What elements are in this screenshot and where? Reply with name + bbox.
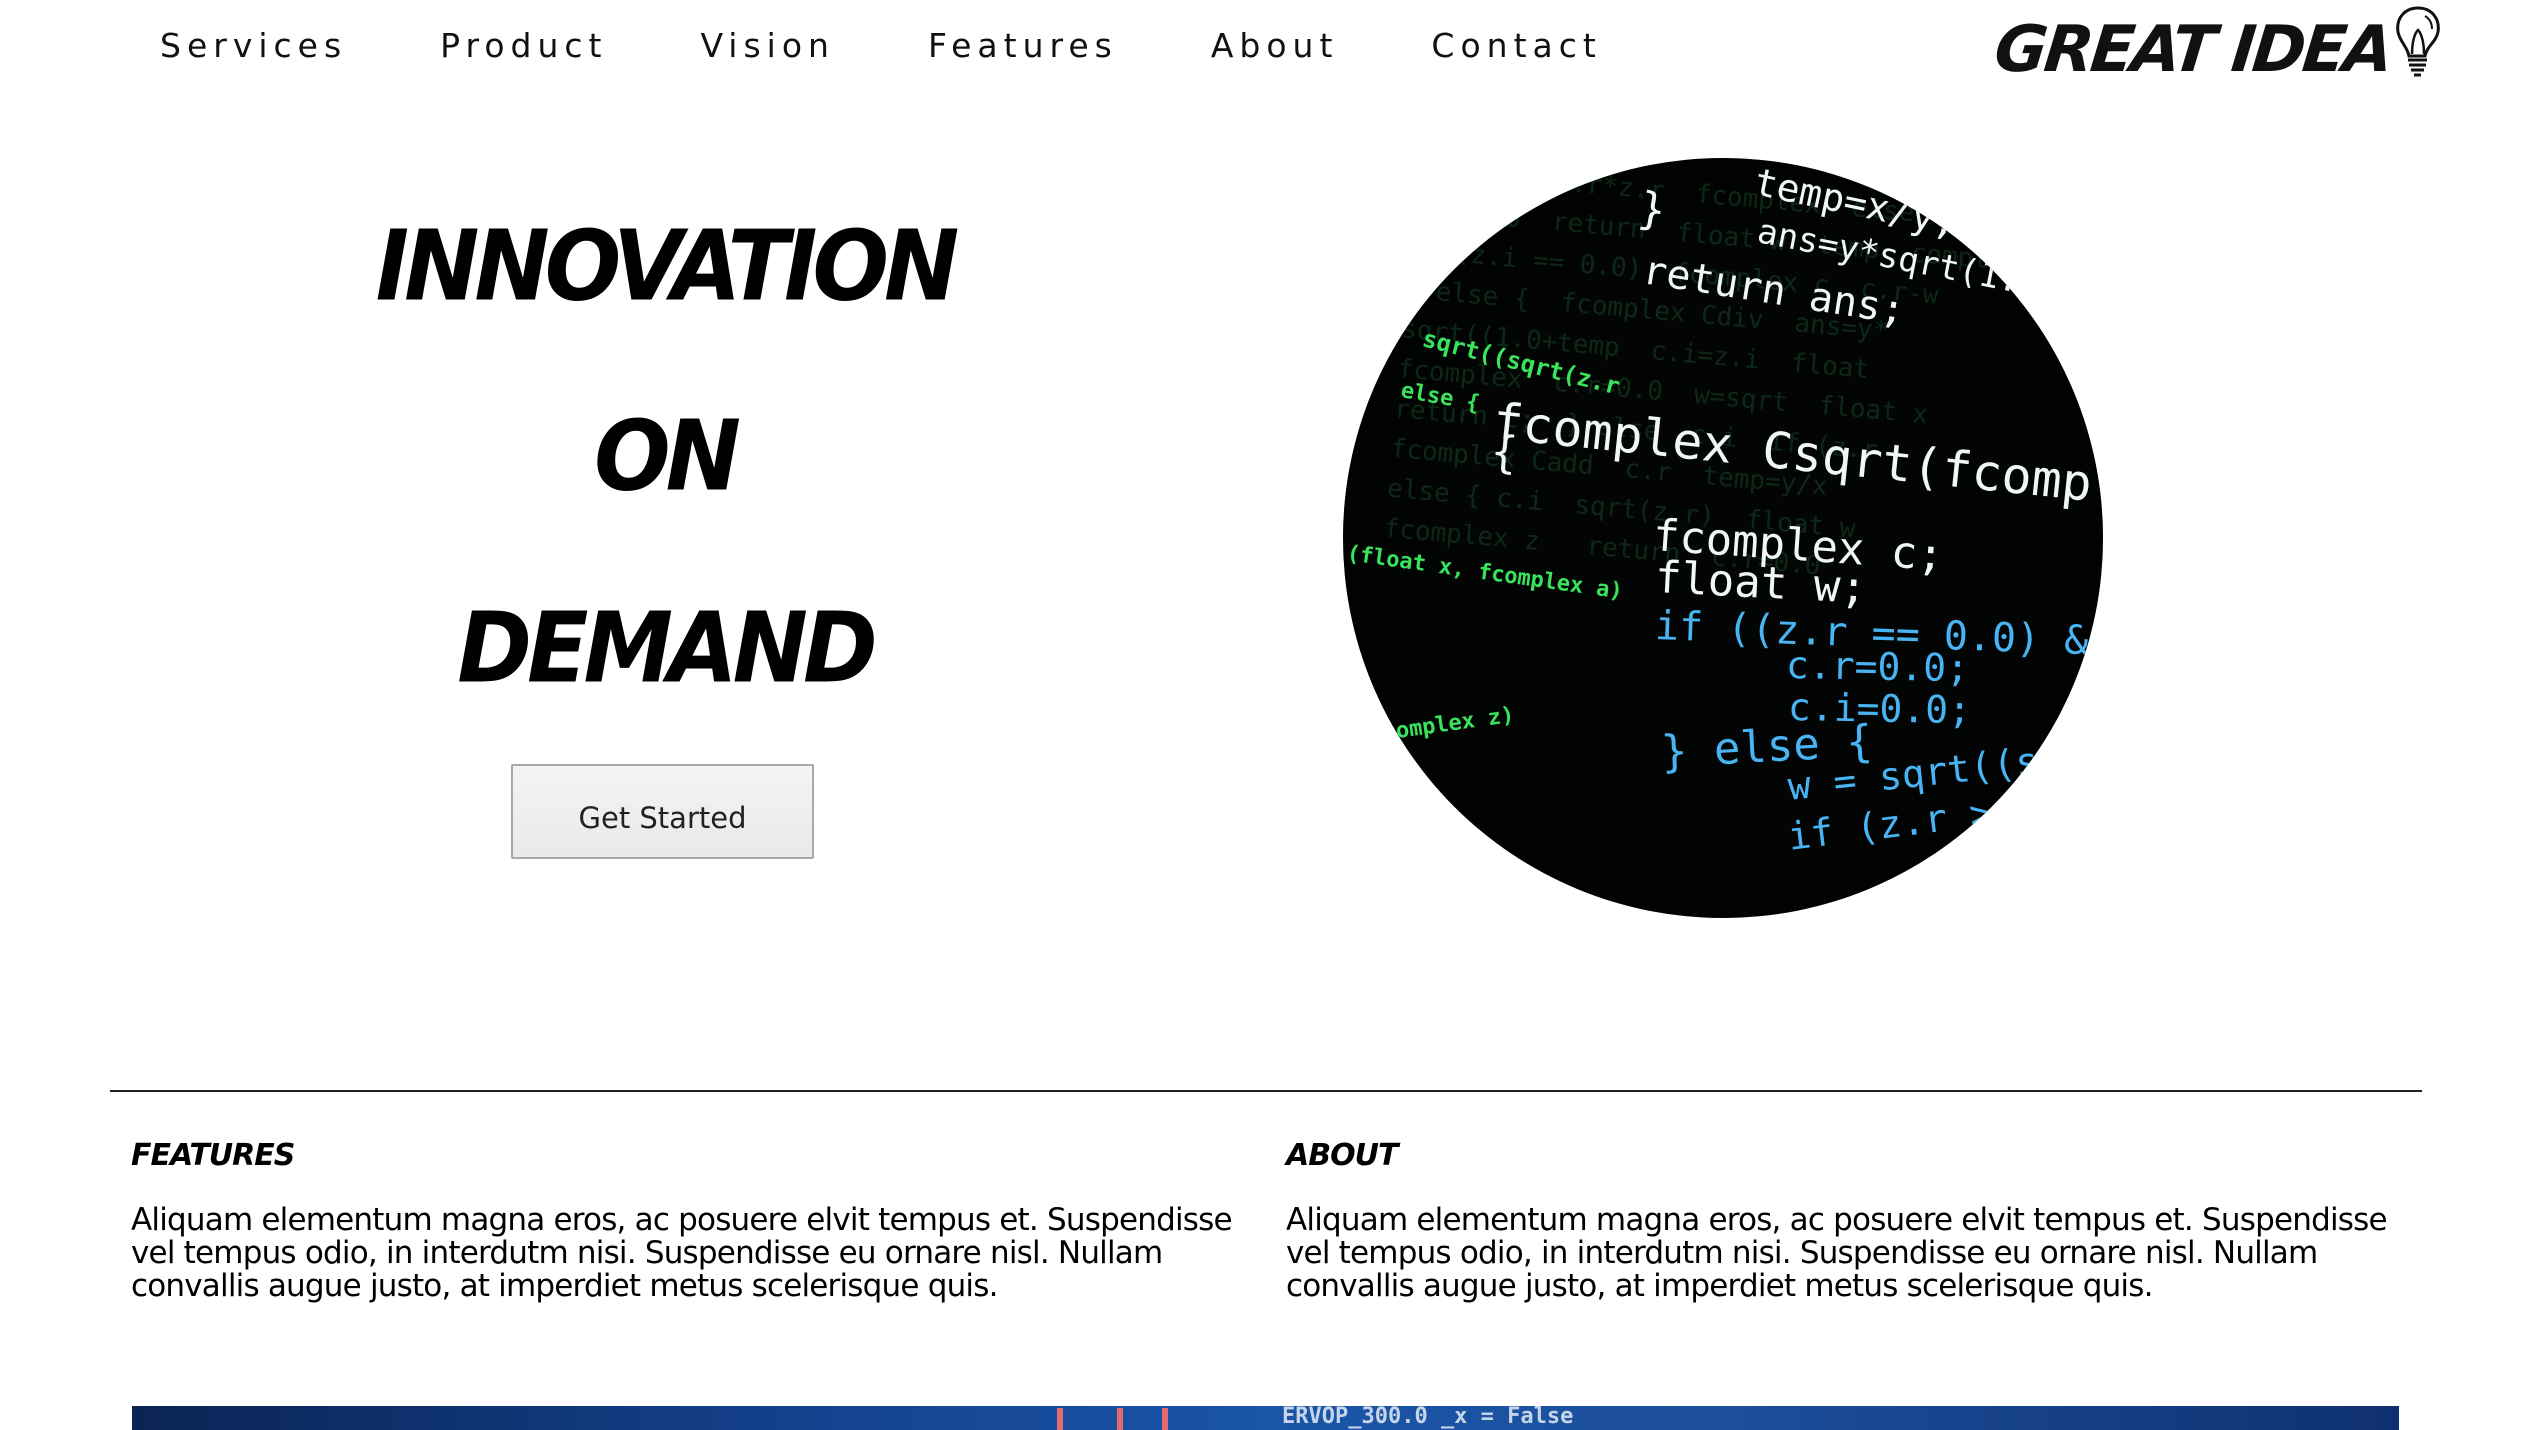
banner-code-text: ERVOP_300.0 _x = False [1282, 1406, 1574, 1429]
code-line: { [1488, 426, 1520, 480]
hero-title-line-1: INNOVATION [375, 209, 960, 324]
features-text: Aliquam elementum magna eros, ac posuere… [131, 1202, 1233, 1304]
about-heading: ABOUT [1286, 1138, 1398, 1173]
banner-mark [1057, 1408, 1063, 1430]
banner-mark [1117, 1408, 1123, 1430]
bottom-banner-image: ERVOP_300.0 _x = False [132, 1406, 2399, 1430]
lightbulb-icon [2396, 6, 2440, 77]
nav-vision[interactable]: Vision [700, 26, 834, 65]
hero-title-line-3: DEMAND [457, 591, 877, 706]
logo-text: GREAT IDEA [1991, 13, 2394, 87]
nav-product[interactable]: Product [440, 26, 607, 65]
code-line: float w; [1653, 552, 1868, 615]
hero-title-line-2: ON [594, 399, 741, 514]
about-text: Aliquam elementum magna eros, ac posuere… [1286, 1202, 2388, 1304]
get-started-button[interactable]: Get Started [511, 764, 814, 859]
nav-services[interactable]: Services [160, 26, 347, 65]
banner-mark [1162, 1408, 1168, 1430]
nav-about[interactable]: About [1211, 26, 1339, 65]
site-logo[interactable]: GREAT IDEA [1991, 2, 2444, 87]
nav-features[interactable]: Features [928, 26, 1118, 65]
section-divider [110, 1090, 2422, 1092]
nav-contact[interactable]: Contact [1431, 26, 1601, 65]
main-nav: Services Product Vision Features About C… [160, 20, 1695, 70]
features-heading: FEATURES [131, 1138, 295, 1173]
hero-code-image: sqrt((sqrt(z.r*z.r fcomplex else c.r=0 c… [1343, 158, 2103, 918]
code-line: c.r=0.0; [1785, 643, 1970, 691]
